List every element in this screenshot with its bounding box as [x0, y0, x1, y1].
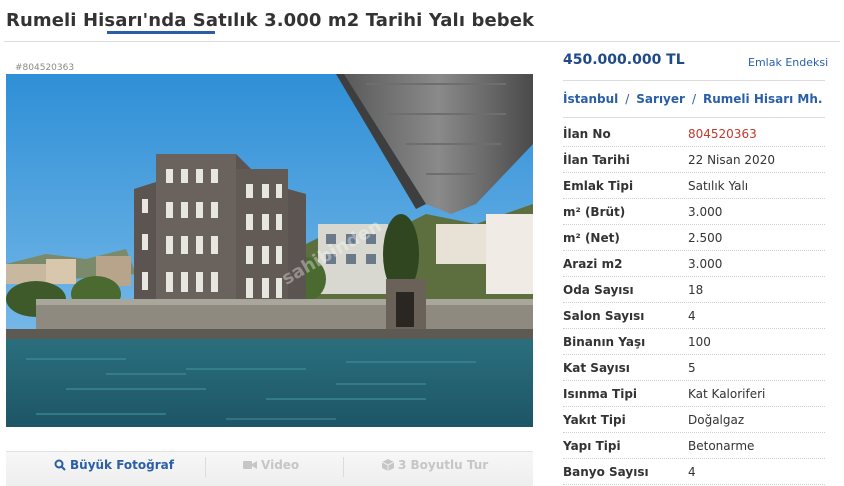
breadcrumb-city[interactable]: İstanbul	[563, 92, 618, 106]
detail-row-ilan-no: İlan No 804520363	[563, 121, 825, 147]
detail-row-isinma-tipi: Isınma Tipi Kat Kaloriferi	[563, 381, 825, 407]
listing-id-tag: #804520363	[15, 63, 75, 73]
detail-key: Emlak Tipi	[563, 178, 634, 193]
detail-key: Yapı Tipi	[563, 438, 621, 453]
detail-row-ilan-tarihi: İlan Tarihi 22 Nisan 2020	[563, 147, 825, 173]
detail-row-kat-sayisi: Kat Sayısı 5	[563, 355, 825, 381]
detail-value: 4	[688, 464, 696, 479]
media-tab-bar: Büyük Fotoğraf Video 3 Boyutlu Tur	[6, 451, 533, 486]
tab-divider	[205, 457, 206, 477]
tab-3d-tour[interactable]: 3 Boyutlu Tur	[382, 458, 488, 472]
detail-key: İlan No	[563, 126, 611, 141]
detail-value: 3.000	[688, 204, 723, 219]
cube-icon	[382, 459, 394, 471]
detail-value: 100	[688, 334, 711, 349]
tab-large-photo-label: Büyük Fotoğraf	[70, 458, 174, 472]
listing-details-table: İlan No 804520363 İlan Tarihi 22 Nisan 202…	[563, 121, 825, 485]
detail-value: Kat Kaloriferi	[688, 386, 766, 401]
detail-row-arazi-m2: Arazi m2 3.000	[563, 251, 825, 277]
detail-value: 2.500	[688, 230, 723, 245]
detail-key: İlan Tarihi	[563, 152, 630, 167]
detail-value: 22 Nisan 2020	[688, 152, 775, 167]
detail-value: 4	[688, 308, 696, 323]
breadcrumb-district[interactable]: Sarıyer	[636, 92, 685, 106]
detail-row-m2-net: m² (Net) 2.500	[563, 225, 825, 251]
listing-title: Rumeli Hisarı'nda Satılık 3.000 m2 Tarih…	[6, 10, 535, 31]
tab-video[interactable]: Video	[243, 458, 299, 472]
detail-row-m2-brut: m² (Brüt) 3.000	[563, 199, 825, 225]
tab-divider	[343, 457, 344, 477]
detail-key: Binanın Yaşı	[563, 334, 646, 349]
detail-row-emlak-tipi: Emlak Tipi Satılık Yalı	[563, 173, 825, 199]
detail-value: 5	[688, 360, 696, 375]
detail-key: m² (Net)	[563, 230, 620, 245]
detail-value: Doğalgaz	[688, 412, 745, 427]
detail-key: Yakıt Tipi	[563, 412, 626, 427]
detail-key: Isınma Tipi	[563, 386, 638, 401]
video-camera-icon	[243, 461, 257, 469]
detail-row-salon-sayisi: Salon Sayısı 4	[563, 303, 825, 329]
detail-row-bina-yasi: Binanın Yaşı 100	[563, 329, 825, 355]
breadcrumb-divider	[563, 117, 825, 118]
price-divider	[563, 80, 825, 81]
detail-row-banyo-sayisi: Banyo Sayısı 4	[563, 459, 825, 485]
tab-large-photo[interactable]: Büyük Fotoğraf	[54, 458, 174, 472]
tab-3d-tour-label: 3 Boyutlu Tur	[398, 458, 489, 472]
detail-row-oda-sayisi: Oda Sayısı 18	[563, 277, 825, 303]
detail-row-yapi-tipi: Yapı Tipi Betonarme	[563, 433, 825, 459]
main-photo[interactable]: sahibinden	[6, 74, 533, 427]
active-tab-indicator	[107, 31, 215, 34]
search-icon	[54, 459, 66, 471]
detail-key: Kat Sayısı	[563, 360, 630, 375]
listing-price: 450.000.000 TL	[563, 52, 685, 68]
tab-video-label: Video	[261, 458, 300, 472]
emlak-endeksi-link[interactable]: Emlak Endeksi	[748, 56, 828, 69]
detail-row-yakit-tipi: Yakıt Tipi Doğalgaz	[563, 407, 825, 433]
detail-value: 18	[688, 282, 704, 297]
breadcrumb: İstanbul / Sarıyer / Rumeli Hisarı Mh.	[563, 92, 823, 106]
title-divider	[4, 41, 840, 42]
detail-value: Betonarme	[688, 438, 755, 453]
detail-key: m² (Brüt)	[563, 204, 626, 219]
detail-value: 804520363	[688, 126, 757, 141]
detail-key: Oda Sayısı	[563, 282, 634, 297]
detail-value: Satılık Yalı	[688, 178, 749, 193]
detail-key: Banyo Sayısı	[563, 464, 649, 479]
yali-photo-illustration	[6, 74, 533, 427]
breadcrumb-neighborhood[interactable]: Rumeli Hisarı Mh.	[703, 92, 822, 106]
detail-key: Salon Sayısı	[563, 308, 645, 323]
detail-key: Arazi m2	[563, 256, 623, 271]
detail-value: 3.000	[688, 256, 723, 271]
